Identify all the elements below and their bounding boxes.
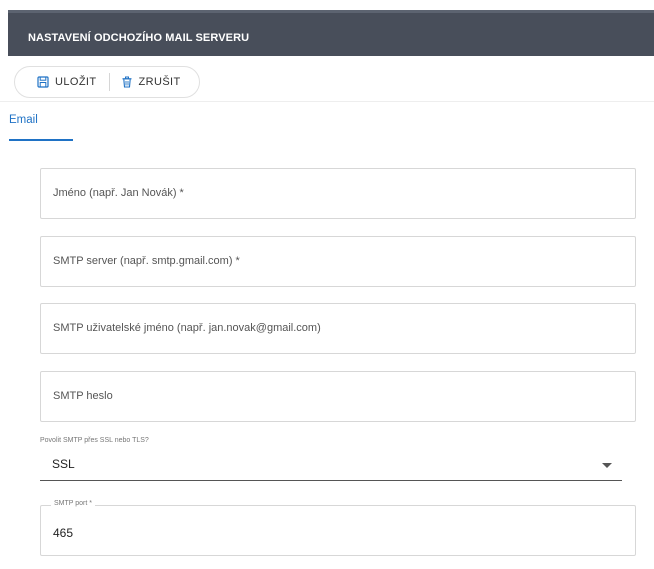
ssl-tls-select-value: SSL bbox=[52, 457, 75, 471]
name-field[interactable]: Jméno (např. Jan Novák) * bbox=[40, 168, 636, 219]
select-underline bbox=[40, 480, 622, 481]
smtp-port-field[interactable]: SMTP port * 465 bbox=[40, 500, 636, 556]
cancel-button[interactable]: ZRUŠIT bbox=[110, 67, 181, 97]
smtp-password-field-label: SMTP heslo bbox=[53, 390, 113, 402]
tab-email-label: Email bbox=[9, 114, 38, 126]
smtp-server-field[interactable]: SMTP server (např. smtp.gmail.com) * bbox=[40, 236, 636, 287]
cancel-button-label: ZRUŠIT bbox=[138, 76, 181, 88]
ssl-tls-select[interactable]: Povolit SMTP přes SSL nebo TLS? SSL bbox=[40, 435, 622, 481]
tab-bar-divider bbox=[0, 101, 654, 102]
save-button[interactable]: ULOŽIT bbox=[15, 67, 109, 97]
action-toolbar: ULOŽIT ZRUŠIT bbox=[14, 66, 200, 98]
ssl-tls-select-label: Povolit SMTP přes SSL nebo TLS? bbox=[40, 437, 149, 444]
smtp-password-field[interactable]: SMTP heslo bbox=[40, 371, 636, 422]
name-field-label: Jméno (např. Jan Novák) * bbox=[53, 187, 184, 199]
smtp-username-field[interactable]: SMTP uživatelské jméno (např. jan.novak@… bbox=[40, 303, 636, 354]
smtp-port-field-value: 465 bbox=[53, 526, 74, 540]
smtp-port-field-label: SMTP port * bbox=[51, 500, 95, 507]
trash-icon bbox=[121, 76, 133, 88]
smtp-server-field-label: SMTP server (např. smtp.gmail.com) * bbox=[53, 255, 240, 267]
dropdown-arrow-icon[interactable] bbox=[602, 463, 612, 468]
save-icon bbox=[37, 76, 49, 88]
page-title: NASTAVENÍ ODCHOZÍHO MAIL SERVERU bbox=[28, 32, 250, 44]
save-button-label: ULOŽIT bbox=[55, 76, 97, 88]
smtp-username-field-label: SMTP uživatelské jméno (např. jan.novak@… bbox=[53, 322, 321, 334]
tab-email[interactable]: Email bbox=[9, 101, 73, 141]
active-tab-indicator bbox=[9, 139, 73, 141]
page-header: NASTAVENÍ ODCHOZÍHO MAIL SERVERU bbox=[8, 10, 654, 56]
